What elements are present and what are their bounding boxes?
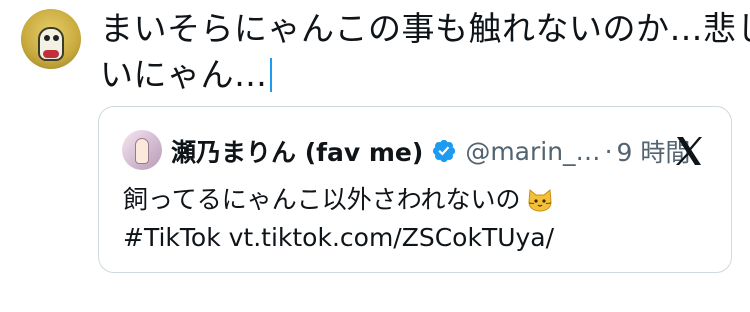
- compose-text-line-2: いにゃん…: [100, 52, 720, 98]
- quoted-avatar-figure: [135, 138, 149, 164]
- close-icon[interactable]: [671, 133, 707, 169]
- avatar-eye-left: [44, 35, 50, 41]
- compose-text-line-2-text: いにゃん…: [100, 55, 268, 94]
- quoted-post-separator: ·: [604, 136, 613, 166]
- cat-face-emoji: [528, 189, 552, 212]
- quoted-post-display-name: 瀬乃まりん (fav me): [171, 138, 424, 167]
- verified-badge-icon: [433, 139, 456, 163]
- quoted-post-text-line-2: #TikTok vt.tiktok.com/ZSCokTUya/: [123, 223, 555, 252]
- text-caret: [269, 58, 272, 92]
- quoted-post-text: 飼ってるにゃんこ以外さわれないの #TikTok vt.tiktok.com/Z…: [123, 181, 713, 257]
- quoted-post-handle: @marin_…: [465, 136, 601, 166]
- avatar-eye-right: [53, 35, 59, 41]
- composer-avatar[interactable]: [21, 9, 81, 69]
- quoted-post-text-line-1: 飼ってるにゃんこ以外さわれないの: [123, 181, 713, 219]
- quoted-post-header: 瀬乃まりん (fav me) @marin_… · 9 時間: [171, 131, 690, 171]
- avatar-bow: [43, 50, 59, 58]
- quoted-post-card[interactable]: 瀬乃まりん (fav me) @marin_… · 9 時間 飼ってるにゃんこ以…: [98, 106, 732, 273]
- compose-text-line-1: まいそらにゃんこの事も触れないのか…悲し: [100, 9, 750, 48]
- compose-text-area[interactable]: まいそらにゃんこの事も触れないのか…悲し いにゃん…: [100, 6, 750, 98]
- quoted-post-avatar: [122, 130, 162, 170]
- quoted-post-text-line-1-text: 飼ってるにゃんこ以外さわれないの: [123, 185, 521, 214]
